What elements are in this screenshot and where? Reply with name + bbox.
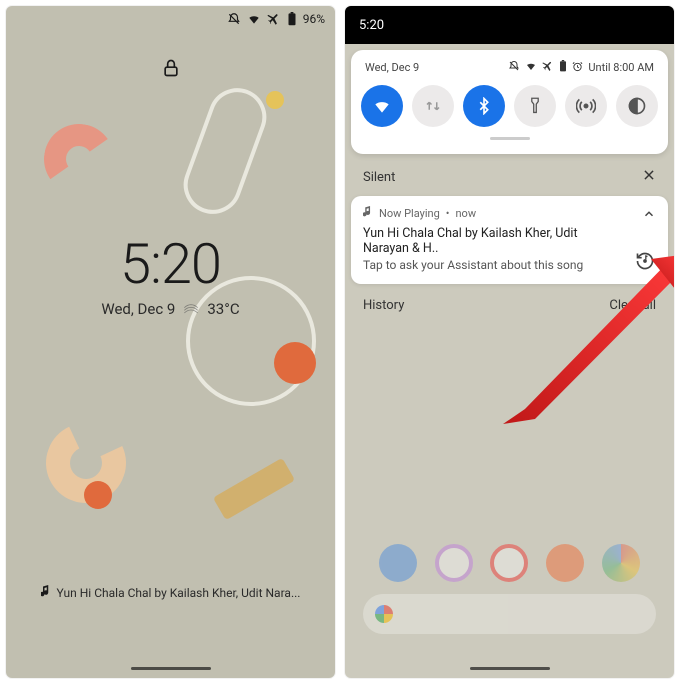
qs-drag-handle[interactable] [490, 137, 530, 140]
lock-dateline: Wed, Dec 9 33°C [6, 300, 335, 318]
lock-date: Wed, Dec 9 [101, 300, 175, 318]
app-messenger-icon[interactable] [435, 544, 473, 582]
silent-label: Silent [363, 170, 395, 185]
lock-icon [161, 58, 181, 82]
lockscreen: 96% 5:20 Wed, Dec 9 33°C Yun Hi Chala Ch… [6, 6, 335, 678]
now-playing-bar[interactable]: Yun Hi Chala Chal by Kailash Kher, Udit … [6, 585, 335, 600]
history-button[interactable]: History [363, 298, 404, 313]
quick-settings-panel: Wed, Dec 9 Until 8:00 AM [351, 50, 668, 154]
qs-tile-wifi[interactable] [361, 85, 403, 127]
silent-section-header: Silent [345, 154, 674, 192]
close-icon[interactable] [642, 168, 656, 186]
weather-icon [183, 303, 199, 315]
dnd-icon [508, 60, 520, 75]
shade-footer: History Clear all [345, 284, 674, 327]
alarm-label: Until 8:00 AM [588, 61, 654, 74]
qs-header: Wed, Dec 9 Until 8:00 AM [359, 60, 660, 85]
app-phone-icon[interactable] [379, 544, 417, 582]
qs-tile-hotspot[interactable] [565, 85, 607, 127]
wifi-icon [525, 60, 537, 75]
battery-icon [559, 60, 567, 75]
notif-header: Now Playing • now [363, 206, 656, 220]
song-history-icon[interactable] [634, 250, 656, 272]
notif-subtitle: Tap to ask your Assistant about this son… [363, 258, 656, 272]
app-photos-icon[interactable] [602, 544, 640, 582]
dnd-icon [227, 12, 241, 26]
now-playing-notification[interactable]: Now Playing • now Yun Hi Chala Chal by K… [351, 196, 668, 284]
music-note-icon [363, 206, 373, 220]
wallpaper-shape [38, 118, 119, 199]
app-reddit-icon[interactable] [546, 544, 584, 582]
clear-all-button[interactable]: Clear all [609, 298, 656, 313]
airplane-icon [542, 60, 554, 75]
qs-tile-darkmode[interactable] [616, 85, 658, 127]
notif-time: now [455, 207, 476, 220]
notification-shade: 5:20 Wed, Dec 9 Until 8:00 AM [345, 6, 674, 678]
home-dock [345, 544, 674, 582]
qs-tile-data[interactable] [412, 85, 454, 127]
status-time: 5:20 [359, 18, 384, 33]
home-indicator[interactable] [470, 667, 550, 670]
lock-temp: 33°C [207, 300, 239, 318]
now-playing-text: Yun Hi Chala Chal by Kailash Kher, Udit … [57, 586, 301, 600]
music-note-icon [41, 585, 51, 600]
wallpaper-shape [84, 481, 112, 509]
qs-tile-bluetooth[interactable] [463, 85, 505, 127]
status-bar-expanded: 5:20 [345, 6, 674, 44]
wallpaper-shape [213, 458, 295, 521]
chevron-up-icon[interactable] [642, 206, 656, 225]
lock-clock: 5:20 [6, 231, 335, 297]
battery-icon [287, 12, 297, 26]
alarm-icon [572, 61, 583, 75]
home-search-bar[interactable] [363, 594, 656, 634]
qs-date: Wed, Dec 9 [365, 61, 419, 74]
app-youtube-icon[interactable] [490, 544, 528, 582]
google-logo-icon [375, 605, 393, 623]
status-bar: 96% [227, 12, 325, 26]
airplane-icon [267, 12, 281, 26]
wifi-icon [247, 12, 261, 26]
battery-percent: 96% [303, 12, 325, 26]
home-indicator[interactable] [131, 667, 211, 670]
notif-title: Yun Hi Chala Chal by Kailash Kher, Udit … [363, 226, 656, 256]
qs-tile-row [359, 85, 660, 127]
wallpaper-shape [176, 80, 275, 222]
qs-tile-flashlight[interactable] [514, 85, 556, 127]
wallpaper-shape [266, 91, 284, 109]
wallpaper-shape [274, 342, 316, 384]
notif-app-name: Now Playing [379, 207, 440, 220]
